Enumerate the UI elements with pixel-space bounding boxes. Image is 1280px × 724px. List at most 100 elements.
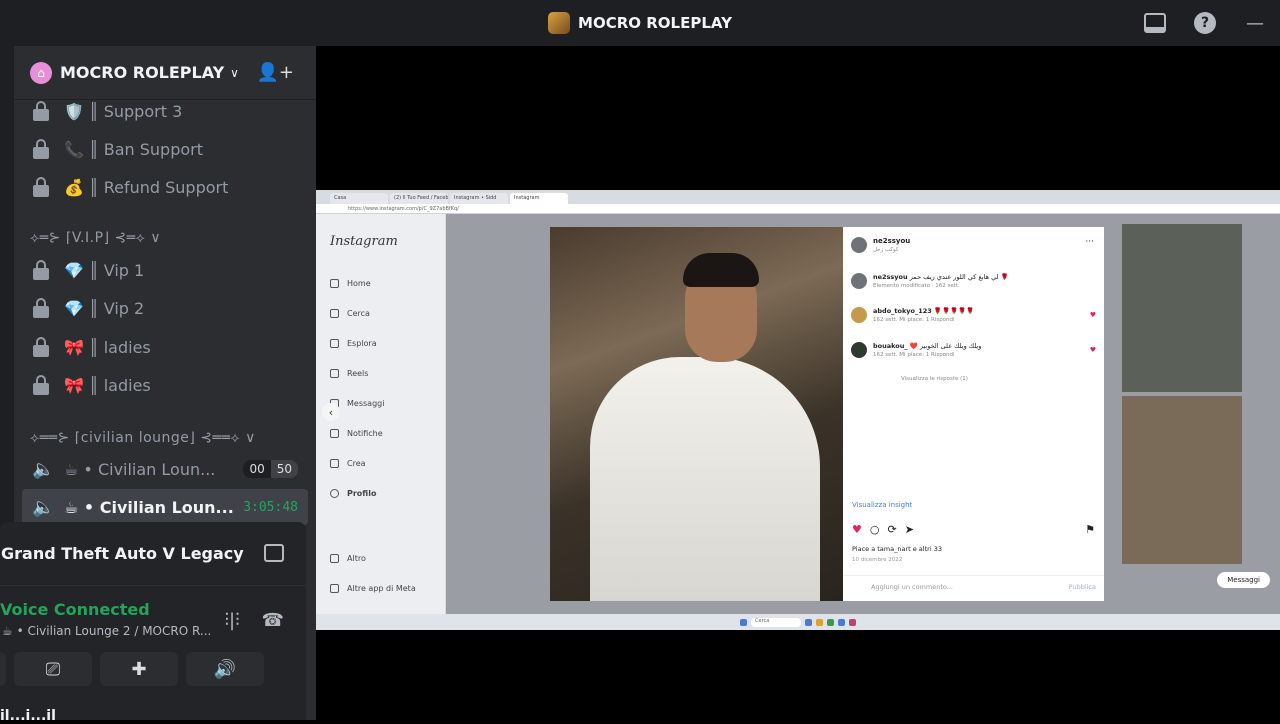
category-vip[interactable]: ⟡═⊱ ⌈V.I.P⌋ ⊰═⟡ ∨ — [30, 230, 161, 246]
channel-vip-2[interactable]: 💎 ║ Vip 2 — [22, 290, 308, 326]
address-bar[interactable]: https://www.instagram.com/p/C_9Z7abBfKq/ — [316, 204, 1280, 214]
nav-reels[interactable]: Reels — [330, 369, 368, 378]
avatar — [851, 307, 867, 323]
browser-tab[interactable]: (2) Il Tuo Feed / Facebook — [390, 193, 448, 204]
server-name: MOCRO ROLEPLAY — [60, 63, 225, 82]
nav-search[interactable]: Cerca — [330, 309, 370, 318]
minimize-button[interactable]: — — [1230, 0, 1280, 46]
avatar — [851, 237, 867, 253]
disconnect-icon[interactable]: ☎ — [262, 610, 284, 631]
help-icon[interactable]: ? — [1180, 0, 1230, 46]
browser-tab[interactable]: Casa — [330, 193, 388, 204]
activities-button[interactable]: ✚ — [100, 652, 178, 686]
channel-label: 🛡️ ║ Support 3 — [64, 101, 183, 121]
lock-icon — [32, 260, 50, 280]
noise-suppression-icon[interactable]: ⫶|⫶ — [225, 610, 240, 631]
camera-button[interactable] — [0, 652, 6, 686]
channel-refund-support[interactable]: 💰 ║ Refund Support — [22, 169, 308, 205]
post-photo — [550, 227, 843, 601]
heart-icon[interactable]: ♥ — [1090, 311, 1096, 319]
stream-game-icon[interactable] — [264, 544, 284, 562]
browser-tab[interactable]: Instagram • Sidd — [450, 193, 508, 204]
channel-label: 💰 ║ Refund Support — [64, 177, 229, 197]
bookmark-icon[interactable]: ⚑ — [1085, 523, 1095, 536]
nav-more[interactable]: Altro — [330, 554, 366, 563]
channel-ladies-1[interactable]: 🎀 ║ ladies — [22, 329, 308, 365]
nav-explore[interactable]: Esplora — [330, 339, 377, 348]
previous-post-icon[interactable]: ‹ — [322, 403, 340, 421]
browser-tabs: Casa (2) Il Tuo Feed / Facebook Instagra… — [316, 190, 1280, 204]
post-panel: ne2ssyou كوكب زحل ··· ne2ssyou لي هابغ ك… — [843, 227, 1104, 601]
locked-speaker-icon: 🔈 — [32, 459, 55, 480]
view-replies-link[interactable]: Visualizza le risposte (1) — [901, 376, 968, 382]
game-name: Grand Theft Auto V Legacy — [1, 544, 244, 563]
channel-label: 🎀 ║ ladies — [64, 337, 151, 357]
user-limit-badge: 00 50 — [243, 460, 298, 478]
channel-label: 🎀 ║ ladies — [64, 375, 151, 395]
share-icon[interactable]: ➤ — [905, 523, 914, 536]
app-icon[interactable] — [838, 618, 845, 626]
publish-button[interactable]: Pubblica — [1069, 583, 1096, 591]
channel-vip-1[interactable]: 💎 ║ Vip 1 — [22, 252, 308, 288]
channel-label: 📞 ║ Ban Support — [64, 139, 203, 159]
server-icon: ⌂ — [30, 61, 52, 84]
comment: abdo_tokyo_123 🌹🌹🌹🌹🌹 162 sett. Mi piace:… — [851, 307, 974, 323]
browser-tab[interactable]: Instagram — [510, 193, 568, 204]
lock-icon — [32, 177, 50, 197]
nav-profile[interactable]: Profilo — [330, 489, 376, 498]
messages-button[interactable]: Messaggi — [1217, 572, 1270, 588]
nav-create[interactable]: Crea — [330, 459, 366, 468]
channel-ladies-2[interactable]: 🎀 ║ ladies — [22, 367, 308, 403]
start-icon[interactable] — [740, 618, 747, 626]
server-logo-icon — [548, 12, 571, 34]
voice-channel-civilian-lounge-1[interactable]: 🔈 ☕ • Civilian Loun... 00 50 — [22, 451, 308, 487]
post-date: 10 dicembre 2022 — [852, 557, 903, 563]
app-icon[interactable] — [816, 618, 823, 626]
like-icon[interactable]: ♥ — [852, 523, 862, 536]
channel-label: ☕ • Civilian Loun... — [64, 459, 216, 479]
channel-label: 💎 ║ Vip 2 — [64, 298, 145, 318]
grid-photo — [1122, 396, 1242, 564]
repost-icon[interactable]: ⟳ — [887, 523, 896, 536]
app-icon[interactable] — [827, 618, 834, 626]
stream-view[interactable]: Casa (2) Il Tuo Feed / Facebook Instagra… — [316, 190, 1280, 630]
voice-status[interactable]: Voice Connected — [0, 600, 150, 619]
chevron-down-icon: ∨ — [230, 65, 239, 80]
view-insight-link[interactable]: Visualizza insight — [852, 501, 912, 509]
server-header[interactable]: ⌂ MOCRO ROLEPLAY ∨ 👤+ — [14, 46, 316, 100]
soundboard-button[interactable]: 🔊 — [186, 652, 264, 686]
lock-icon — [32, 139, 50, 159]
comment: bouakou_ ❤️ ويلك ويلك على الخوبير 162 se… — [851, 342, 981, 358]
channel-support-3[interactable]: 🛡️ ║ Support 3 — [22, 93, 308, 129]
channel-ban-support[interactable]: 📞 ║ Ban Support — [22, 131, 308, 167]
avatar — [851, 342, 867, 358]
lock-icon — [32, 375, 50, 395]
post-caption: ne2ssyou لي هابغ كي اللور عندي زيف حمر 🌹… — [851, 273, 1009, 289]
invite-people-icon[interactable]: 👤+ — [257, 62, 295, 83]
voice-channel-civilian-lounge-2[interactable]: 🔈 ☕ • Civilian Loun... 3:05:48 — [22, 489, 308, 525]
comment-input[interactable]: Aggiungi un commento... Pubblica — [843, 575, 1104, 599]
nav-notifications[interactable]: Notifiche — [330, 429, 383, 438]
windows-taskbar: Cerca — [316, 614, 1280, 630]
app-icon[interactable] — [805, 618, 812, 626]
grid-photo — [1122, 224, 1242, 392]
post-author[interactable]: ne2ssyou كوكب زحل — [851, 237, 910, 253]
nav-meta-apps[interactable]: Altre app di Meta — [330, 584, 416, 593]
more-options-icon[interactable]: ··· — [1085, 237, 1094, 247]
inbox-icon[interactable] — [1130, 0, 1180, 46]
comment-icon[interactable]: ○ — [870, 523, 880, 536]
activity-row: Grand Theft Auto V Legacy — [0, 522, 306, 586]
window-title-group: MOCRO ROLEPLAY — [548, 12, 732, 34]
category-civilian-lounge[interactable]: ⟡══⊱ ⌈civilian lounge⌋ ⊰══⟡ ∨ — [30, 430, 256, 446]
lock-icon — [32, 101, 50, 121]
nav-home[interactable]: Home — [330, 279, 371, 288]
taskbar-search[interactable]: Cerca — [751, 617, 801, 627]
voice-timer: 3:05:48 — [243, 499, 298, 515]
lock-icon — [32, 298, 50, 318]
heart-icon[interactable]: ♥ — [1090, 346, 1096, 354]
app-icon[interactable] — [849, 618, 856, 626]
likes-count[interactable]: Piace a tama_nart e altri 33 — [852, 545, 942, 553]
title-bar: MOCRO ROLEPLAY ? — — [0, 0, 1280, 46]
screen-share-button[interactable]: ⎚ — [14, 652, 92, 686]
voice-channel-path[interactable]: ☕ • Civilian Lounge 2 / MOCRO R... — [2, 624, 211, 638]
